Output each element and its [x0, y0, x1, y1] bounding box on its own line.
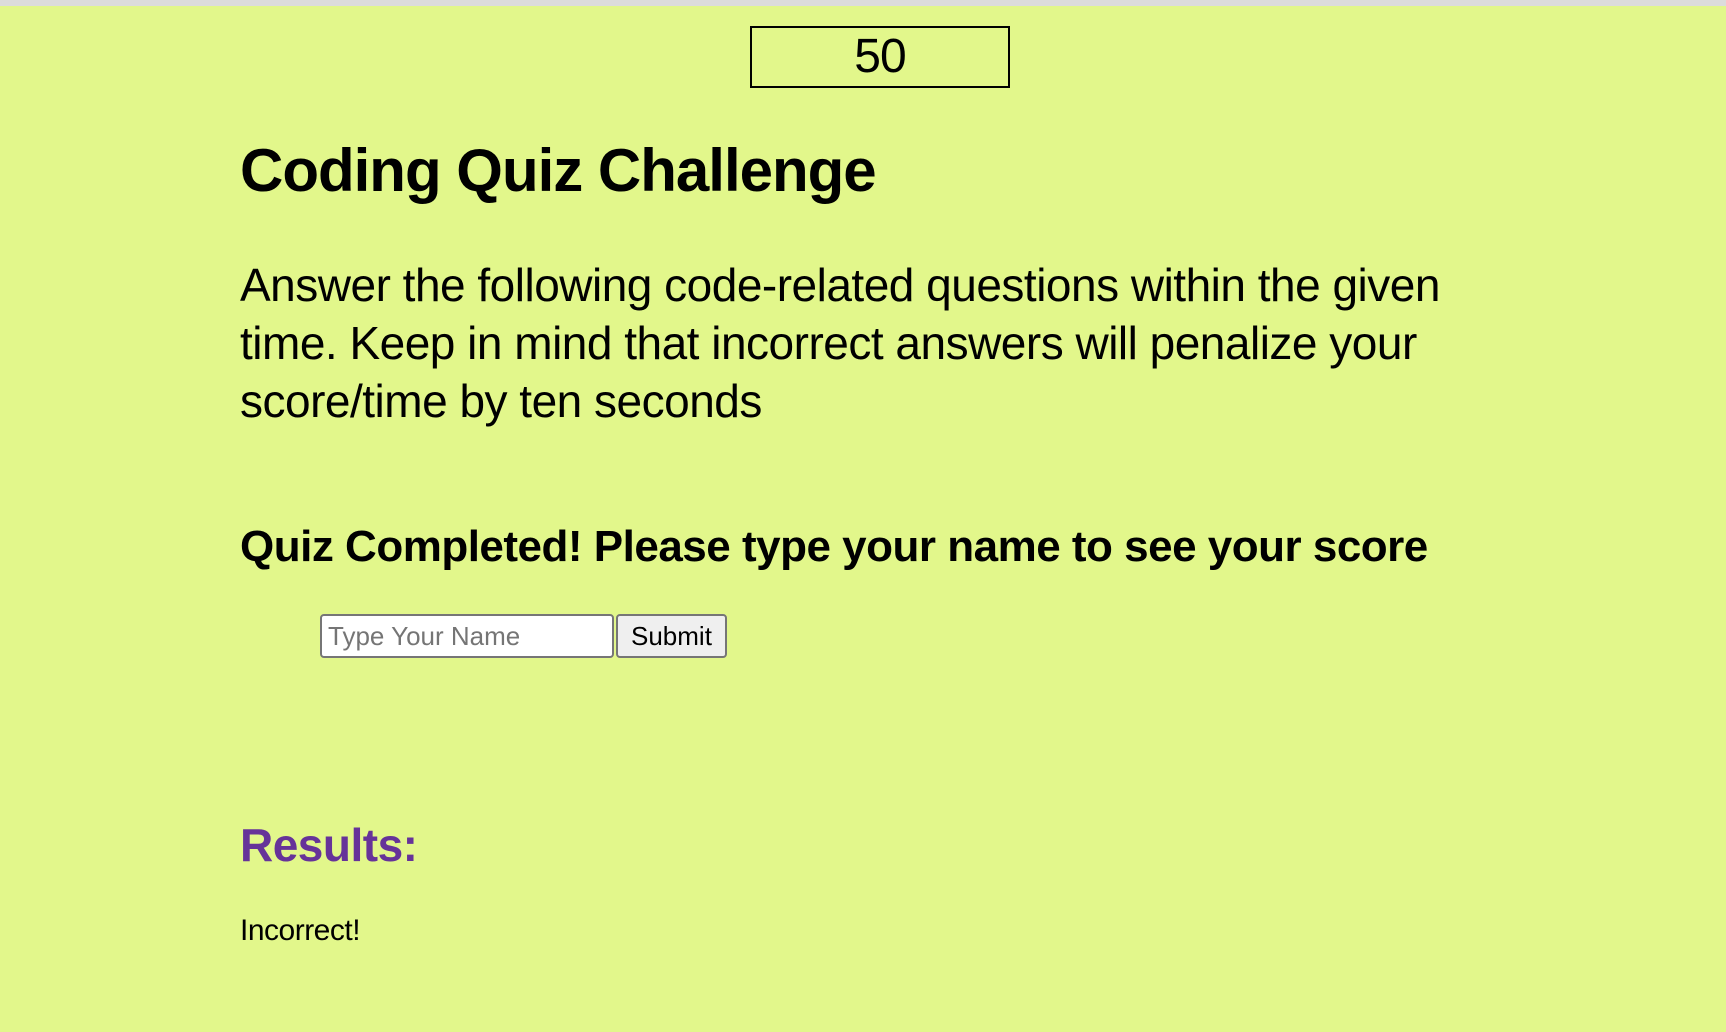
results-heading: Results:: [240, 819, 418, 871]
timer-value: 50: [854, 30, 906, 83]
answer-feedback: Incorrect!: [240, 914, 361, 947]
name-input[interactable]: [320, 614, 614, 658]
instructions-text: Answer the following code-related questi…: [240, 259, 1440, 427]
quiz-completed-message: Quiz Completed! Please type your name to…: [240, 522, 1428, 571]
top-border: [0, 0, 1726, 6]
page-title: Coding Quiz Challenge: [240, 137, 877, 204]
name-form: Submit: [320, 614, 727, 658]
timer-display: 50: [750, 26, 1010, 88]
submit-button[interactable]: Submit: [616, 614, 727, 658]
